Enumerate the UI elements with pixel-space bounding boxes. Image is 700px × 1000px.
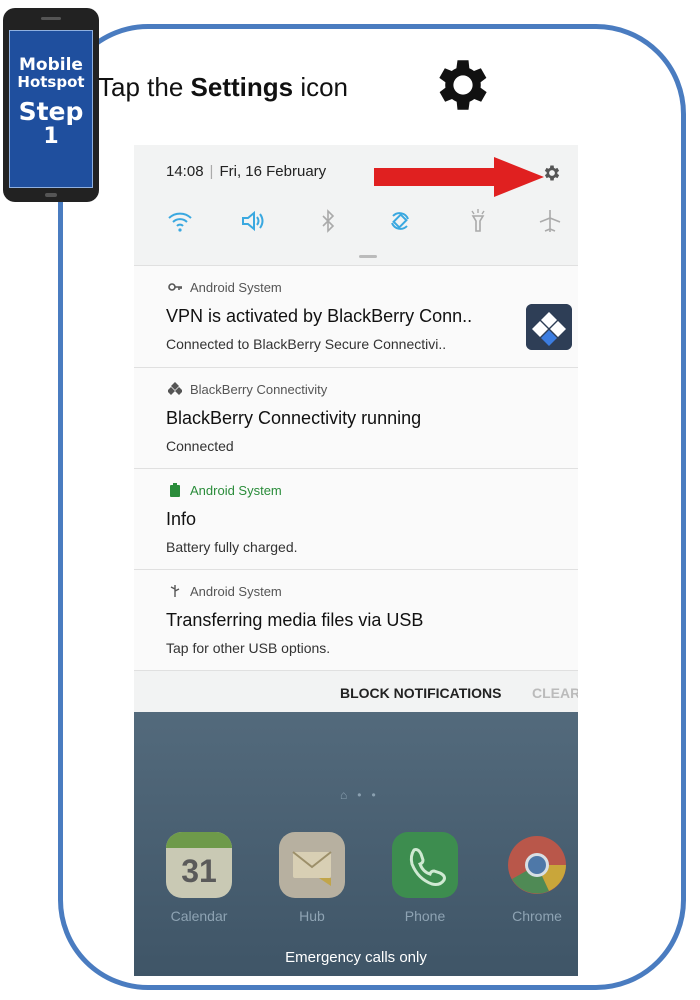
badge-line-hotspot: Hotspot: [17, 72, 85, 91]
app-label-hub: Hub: [299, 908, 325, 924]
chrome-app-icon[interactable]: [504, 832, 570, 898]
notification-title: Transferring media files via USB: [166, 610, 424, 630]
sound-icon[interactable]: [238, 207, 266, 235]
notification-text: Battery fully charged.: [166, 539, 298, 555]
app-label-phone: Phone: [404, 908, 446, 924]
auto-rotate-icon[interactable]: [386, 207, 414, 235]
phone-app-icon[interactable]: [392, 832, 458, 898]
notification-text: Tap for other USB options.: [166, 640, 331, 656]
blackberry-icon: [168, 382, 182, 395]
hub-app-icon[interactable]: [279, 832, 345, 898]
instruction-prefix: Tap the: [98, 72, 191, 102]
notification-text: Connected: [166, 438, 234, 454]
usb-icon: [170, 585, 180, 597]
notification-title: Info: [166, 509, 197, 529]
notification-actions: BLOCK NOTIFICATIONS CLEAR: [134, 670, 578, 713]
wifi-icon[interactable]: [166, 207, 194, 235]
calendar-day: 31: [181, 853, 217, 889]
status-time-date: 14:08 | Fri, 16 February: [166, 163, 326, 180]
emergency-calls-text: Emergency calls only: [285, 949, 427, 966]
settings-gear-icon: [439, 60, 487, 110]
notification-usb[interactable]: Android System Transferring media files …: [134, 569, 578, 670]
notification-title: VPN is activated by BlackBerry Conn..: [166, 306, 473, 326]
home-screen: ⌂•• 31 Calendar Hub Phone Chrome Emergen…: [134, 712, 578, 976]
step-badge: Mobile Hotspot Step 1: [3, 8, 99, 202]
notification-app-name: Android System: [190, 483, 282, 498]
badge-line-step: Step: [18, 96, 84, 126]
status-bar: 14:08 | Fri, 16 February: [134, 145, 578, 265]
airplane-mode-icon[interactable]: [536, 207, 564, 235]
battery-icon: [170, 483, 180, 497]
badge-screen: Mobile Hotspot Step 1: [9, 30, 93, 188]
notification-vpn[interactable]: Android System VPN is activated by Black…: [134, 265, 578, 367]
notification-battery[interactable]: Android System Info Battery fully charge…: [134, 468, 578, 569]
settings-gear-button[interactable]: [542, 163, 562, 183]
block-notifications-button[interactable]: BLOCK NOTIFICATIONS: [340, 685, 502, 701]
flashlight-icon[interactable]: [464, 207, 492, 235]
key-icon: [168, 283, 182, 291]
badge-speaker: [41, 17, 61, 20]
instruction-bold: Settings: [190, 72, 294, 102]
instruction-suffix: icon: [293, 72, 349, 102]
bluetooth-icon[interactable]: [314, 207, 342, 235]
blackberry-app-icon: [526, 304, 572, 350]
page-indicator: ⌂••: [340, 788, 386, 802]
notification-blackberry[interactable]: BlackBerry Connectivity BlackBerry Conne…: [134, 367, 578, 468]
badge-home-button: [45, 193, 57, 197]
calendar-app-icon[interactable]: 31: [166, 832, 232, 898]
notification-app-name: Android System: [190, 280, 282, 295]
phone-screenshot: 14:08 | Fri, 16 February Android System …: [134, 145, 578, 976]
notification-app-name: Android System: [190, 584, 282, 599]
badge-line-number: 1: [43, 123, 59, 149]
drag-handle[interactable]: [359, 255, 377, 258]
instruction-text: Tap the Settings icon: [98, 72, 348, 103]
clear-button[interactable]: CLEAR: [532, 685, 578, 701]
notification-title: BlackBerry Connectivity running: [166, 408, 422, 428]
notification-app-name: BlackBerry Connectivity: [190, 382, 328, 397]
app-label-chrome: Chrome: [512, 908, 562, 924]
status-date: Fri, 16 February: [219, 163, 327, 180]
status-time: 14:08: [166, 163, 204, 180]
app-label-calendar: Calendar: [170, 908, 228, 924]
notification-text: Connected to BlackBerry Secure Connectiv…: [166, 336, 447, 352]
status-separator: |: [209, 163, 214, 180]
red-arrow-icon: [374, 157, 544, 197]
